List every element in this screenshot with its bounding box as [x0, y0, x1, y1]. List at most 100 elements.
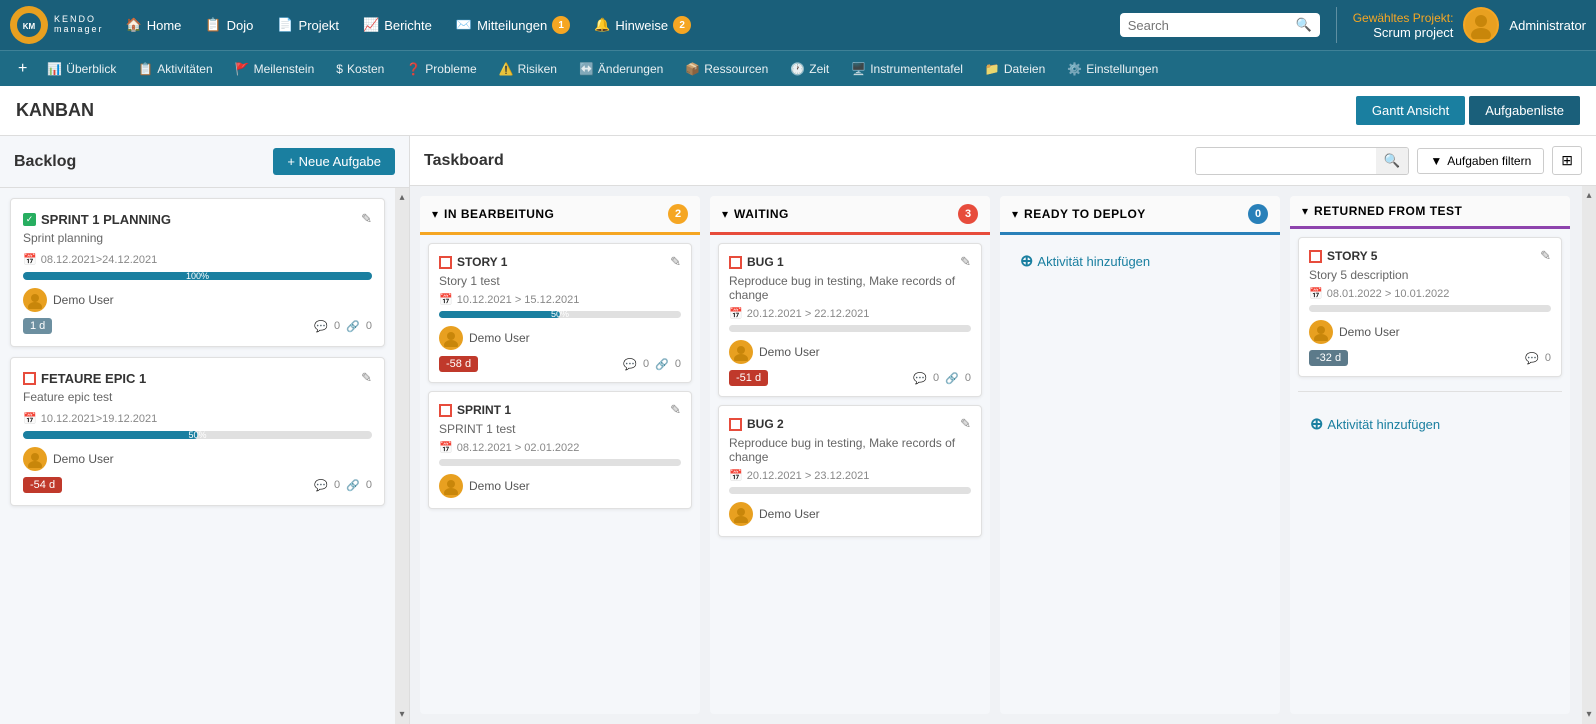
taskboard-scrollbar[interactable]: ▴ ▾: [1582, 186, 1596, 724]
projekt-icon: 📄: [277, 17, 293, 33]
aufgabenliste-button[interactable]: Aufgabenliste: [1469, 96, 1580, 125]
taskboard-search-input[interactable]: [1196, 148, 1376, 173]
story-icon: [23, 372, 36, 385]
user-avatar-mini2: [23, 447, 47, 471]
backlog-title: Backlog: [14, 153, 76, 171]
calendar-icon2: 📅: [23, 412, 37, 425]
filter-button[interactable]: ▼ Aufgaben filtern: [1417, 148, 1544, 174]
calendar-icon-b1: 📅: [729, 307, 743, 320]
chevron-ready[interactable]: ▾: [1012, 207, 1018, 221]
comment-icon-b1: 💬: [913, 372, 927, 385]
edit-task-icon[interactable]: ✎: [670, 254, 681, 270]
nav-instrumententafel[interactable]: 🖥️ Instrumententafel: [841, 58, 973, 80]
chevron-in-bearbeitung[interactable]: ▾: [432, 207, 438, 221]
meilenstein-icon: 🚩: [235, 62, 250, 76]
task-dates-bug1: 📅 20.12.2021 > 22.12.2021: [729, 307, 971, 320]
add-activity-ready[interactable]: ⊕ Aktivität hinzufügen: [1008, 243, 1272, 279]
risiken-icon: ⚠️: [499, 62, 514, 76]
task-card-bug2: BUG 2 ✎ Reproduce bug in testing, Make r…: [718, 405, 982, 537]
backlog-scrollbar[interactable]: ▴ ▾: [395, 188, 409, 724]
hinweise-badge: 2: [673, 16, 691, 34]
taskboard-search[interactable]: 🔍: [1195, 147, 1410, 175]
scroll-down-arrow[interactable]: ▾: [395, 709, 409, 720]
taskboard-panel: Taskboard 🔍 ▼ Aufgaben filtern ⊞: [410, 136, 1596, 724]
nav-hinweise[interactable]: 🔔 Hinweise 2: [584, 10, 701, 40]
nav-right: 🔍 Gewähltes Projekt: Scrum project Admin…: [1120, 7, 1586, 43]
comment-icon2: 💬: [314, 479, 328, 492]
main-layout: Backlog + Neue Aufgabe ✓ SPRINT 1 PLANNI…: [0, 136, 1596, 724]
task-avatar-b2: [729, 502, 753, 526]
second-nav: + 📊 Überblick 📋 Aktivitäten 🚩 Meilenstei…: [0, 50, 1596, 86]
backlog-card-sprint1: ✓ SPRINT 1 PLANNING ✎ Sprint planning 📅 …: [10, 198, 385, 347]
edit-story5-icon[interactable]: ✎: [1540, 248, 1551, 264]
col-scroll-waiting[interactable]: BUG 1 ✎ Reproduce bug in testing, Make r…: [710, 235, 990, 714]
scroll-up-arrow[interactable]: ▴: [395, 192, 409, 203]
grid-view-button[interactable]: ⊞: [1552, 146, 1582, 175]
backlog-scroll[interactable]: ✓ SPRINT 1 PLANNING ✎ Sprint planning 📅 …: [0, 188, 395, 724]
taskboard-search-button[interactable]: 🔍: [1376, 148, 1409, 174]
calendar-icon-b2: 📅: [729, 469, 743, 482]
task-card-story1: STORY 1 ✎ Story 1 test 📅 10.12.2021 > 15…: [428, 243, 692, 383]
hinweise-icon: 🔔: [594, 17, 610, 33]
neue-aufgabe-button[interactable]: + Neue Aufgabe: [273, 148, 395, 175]
nav-probleme[interactable]: ❓ Probleme: [396, 58, 486, 80]
col-scroll-returned[interactable]: STORY 5 ✎ Story 5 description 📅 08.01.20…: [1290, 229, 1570, 714]
badge-ready: 0: [1248, 204, 1268, 224]
taskboard-scroll-down[interactable]: ▾: [1582, 709, 1596, 720]
nav-berichte[interactable]: 📈 Berichte: [353, 11, 442, 39]
aktivitaten-icon: 📋: [138, 62, 153, 76]
card-dates-epic1: 📅 10.12.2021>19.12.2021: [23, 412, 372, 425]
logo[interactable]: KM KENDO manager: [10, 6, 104, 44]
backlog-header: Backlog + Neue Aufgabe: [0, 136, 409, 188]
chevron-returned[interactable]: ▾: [1302, 204, 1308, 218]
edit-task-icon2[interactable]: ✎: [670, 402, 681, 418]
search-input[interactable]: [1128, 18, 1296, 33]
uberblick-icon: 📊: [47, 62, 62, 76]
bug-type-icon1: [729, 256, 742, 269]
nav-anderungen[interactable]: ↔️ Änderungen: [569, 58, 673, 80]
dojo-icon: 📋: [205, 17, 221, 33]
edit-bug1-icon[interactable]: ✎: [960, 254, 971, 270]
nav-meilenstein[interactable]: 🚩 Meilenstein: [225, 58, 325, 80]
edit-icon2[interactable]: ✎: [361, 370, 372, 386]
avatar: [1463, 7, 1499, 43]
edit-icon[interactable]: ✎: [361, 211, 372, 227]
nav-home[interactable]: 🏠 Home: [116, 11, 192, 39]
nav-ressourcen[interactable]: 📦 Ressourcen: [675, 58, 778, 80]
col-scroll-in-bearbeitung[interactable]: STORY 1 ✎ Story 1 test 📅 10.12.2021 > 15…: [420, 235, 700, 714]
nav-mitteilungen[interactable]: ✉️ Mitteilungen 1: [446, 10, 580, 40]
column-ready-to-deploy: ▾ READY TO DEPLOY 0 ⊕ Aktivität hinzufüg…: [1000, 196, 1280, 714]
task-type-icon-s5: [1309, 250, 1322, 263]
task-card-bug1: BUG 1 ✎ Reproduce bug in testing, Make r…: [718, 243, 982, 397]
column-waiting: ▾ WAITING 3 BUG 1: [710, 196, 990, 714]
kanban-header: KANBAN Gantt Ansicht Aufgabenliste: [0, 86, 1596, 136]
nav-dateien[interactable]: 📁 Dateien: [975, 58, 1055, 80]
instrumententafel-icon: 🖥️: [851, 62, 866, 76]
nav-uberblick[interactable]: 📊 Überblick: [37, 58, 126, 80]
nav-risiken[interactable]: ⚠️ Risiken: [489, 58, 567, 80]
add-button[interactable]: +: [10, 56, 35, 82]
nav-einstellungen[interactable]: ⚙️ Einstellungen: [1057, 58, 1168, 80]
chevron-waiting[interactable]: ▾: [722, 207, 728, 221]
nav-kosten[interactable]: $ Kosten: [326, 58, 394, 80]
link-icon-b1: 🔗: [945, 372, 959, 385]
task-dates-bug2: 📅 20.12.2021 > 23.12.2021: [729, 469, 971, 482]
taskboard-scroll-up[interactable]: ▴: [1582, 190, 1596, 201]
add-activity-returned[interactable]: ⊕ Aktivität hinzufügen: [1298, 406, 1562, 442]
search-box[interactable]: 🔍: [1120, 13, 1320, 37]
neg-badge: -54 d: [23, 477, 62, 493]
nav-projekt[interactable]: 📄 Projekt: [267, 11, 349, 39]
col-scroll-ready[interactable]: ⊕ Aktivität hinzufügen: [1000, 235, 1280, 714]
comment-icon-t1: 💬: [623, 358, 637, 371]
svg-text:KM: KM: [23, 22, 36, 31]
time-badge-story1: -58 d: [439, 356, 478, 372]
gantt-ansicht-button[interactable]: Gantt Ansicht: [1356, 96, 1465, 125]
backlog-panel: Backlog + Neue Aufgabe ✓ SPRINT 1 PLANNI…: [0, 136, 410, 724]
time-badge: 1 d: [23, 318, 52, 334]
link-icon-t1: 🔗: [655, 358, 669, 371]
user-row: Demo User: [23, 288, 114, 312]
nav-aktivitaten[interactable]: 📋 Aktivitäten: [128, 58, 222, 80]
nav-dojo[interactable]: 📋 Dojo: [195, 11, 263, 39]
nav-zeit[interactable]: 🕐 Zeit: [780, 58, 839, 80]
edit-bug2-icon[interactable]: ✎: [960, 416, 971, 432]
